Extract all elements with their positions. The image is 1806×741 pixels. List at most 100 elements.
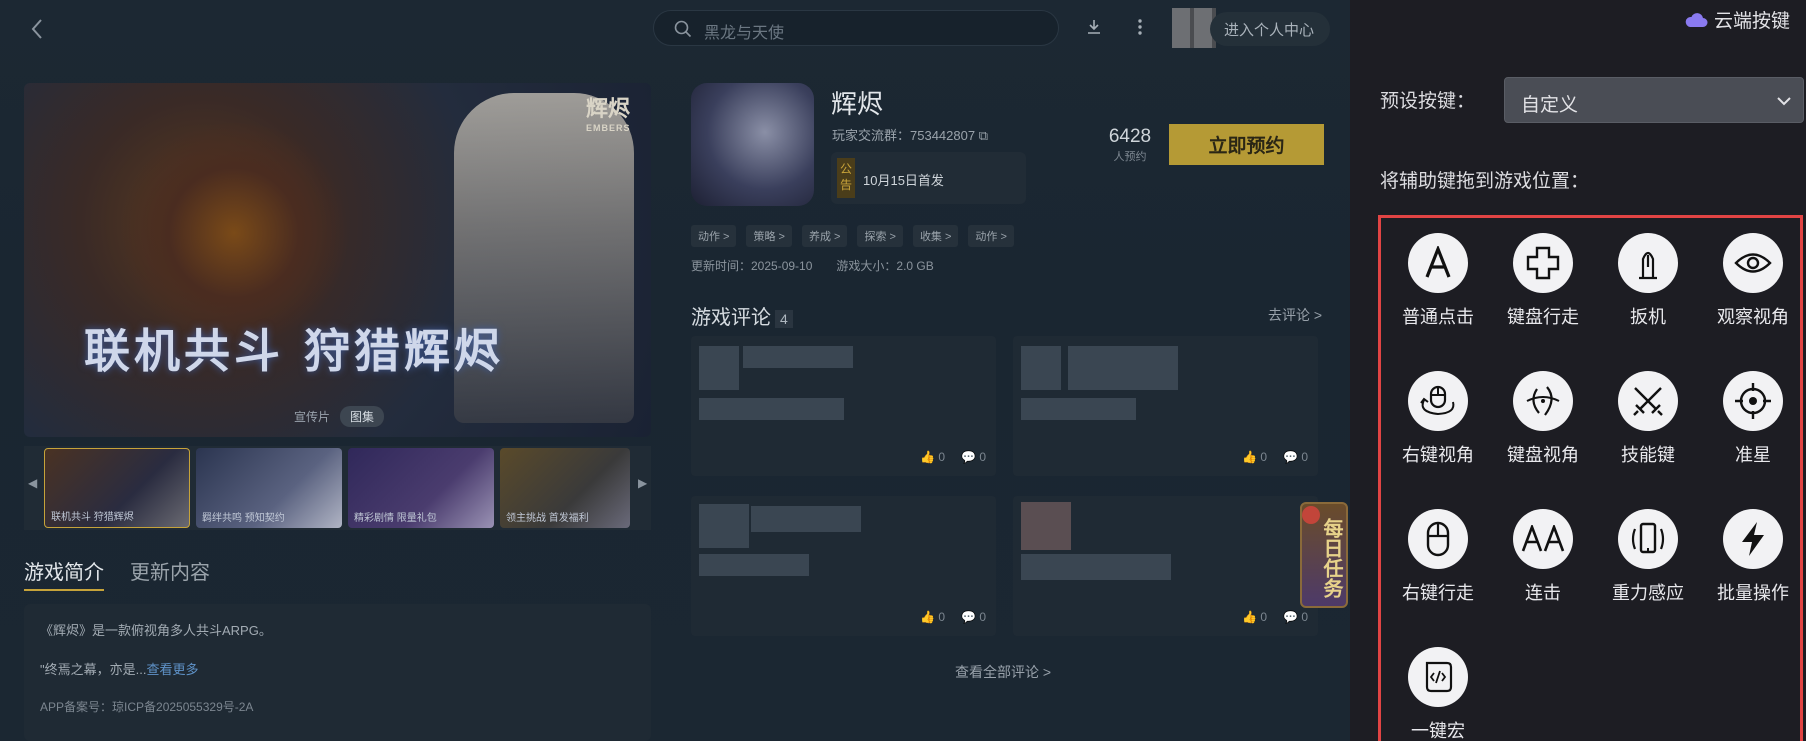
tag[interactable]: 动作 > <box>968 225 1014 247</box>
script-icon <box>1408 647 1468 707</box>
notice-tag: 公告 <box>837 158 855 198</box>
lightning-icon <box>1723 509 1783 569</box>
game-title: 辉烬 <box>831 89 884 119</box>
tab-video[interactable]: 宣传片 <box>294 408 330 425</box>
reserve-button[interactable]: 立即预约 <box>1169 124 1324 165</box>
reviews-title: 游戏评论 4 <box>691 301 793 330</box>
mouse-rotate-icon <box>1408 371 1468 431</box>
icp-record: APP备案号：琼ICP备2025055329号-2A <box>40 700 254 714</box>
review-card[interactable]: 👍 0 💬 0 <box>691 496 996 636</box>
player-group: 玩家交流群：753442807 ⧉ <box>832 128 988 143</box>
key-keyboard-walk[interactable]: 键盘行走 <box>1493 233 1593 329</box>
notice-text: 10月15日首发 <box>863 173 944 188</box>
brand-logo: 辉烬 EMBERS <box>586 96 631 133</box>
cloud-keys-button[interactable]: 云端按键 <box>1684 6 1790 33</box>
thumb-next-icon[interactable]: ▶ <box>638 476 647 490</box>
back-arrow-icon[interactable] <box>26 14 48 44</box>
chevron-down-icon <box>1777 97 1791 106</box>
key-keyboard-view[interactable]: 键盘视角 <box>1493 371 1593 467</box>
key-normal-click[interactable]: 普通点击 <box>1388 233 1488 329</box>
tag[interactable]: 收集 > <box>912 225 959 247</box>
key-gravity[interactable]: 重力感应 <box>1598 509 1698 605</box>
preset-value: 自定义 <box>1521 95 1579 116</box>
reserve-count: 6428 人预约 <box>1108 126 1152 163</box>
key-crosshair[interactable]: 准星 <box>1703 371 1803 467</box>
description-quote: "终焉之幕，亦是... <box>40 662 147 677</box>
letter-a-icon <box>1408 233 1468 293</box>
search-input[interactable]: 黑龙与天使 <box>653 10 1059 46</box>
notification-dot <box>1302 506 1320 524</box>
promo-art <box>114 123 354 343</box>
crossed-swords-icon <box>1618 371 1678 431</box>
mouse-icon <box>1408 509 1468 569</box>
thumbnail-strip: ◀ 联机共斗 狩猎辉烬 羁绊共鸣 预知契约 精彩剧情 限量礼包 领主挑战 首发福… <box>24 446 651 530</box>
review-card[interactable]: 👍 0 💬 0 <box>1013 496 1318 636</box>
description-box: 《辉烬》是一款俯视角多人共斗ARPG。 "终焉之幕，亦是...查看更多 APP备… <box>24 604 651 741</box>
like-count: 👍 0 <box>920 610 946 624</box>
eye-icon <box>1723 233 1783 293</box>
comment-count: 💬 0 <box>1283 450 1308 464</box>
key-observe-view[interactable]: 观察视角 <box>1703 233 1803 329</box>
tab-update[interactable]: 更新内容 <box>130 556 210 591</box>
tag[interactable]: 探索 > <box>857 225 903 247</box>
media-tabs: 宣传片 图集 <box>294 406 385 427</box>
key-macro[interactable]: 一键宏 <box>1388 647 1488 741</box>
promo-banner: 联机共斗 狩猎辉烬 <box>84 324 505 378</box>
game-meta: 更新时间：2025-09-10 游戏大小：2.0 GB <box>691 257 934 274</box>
description-text: 《辉烬》是一款俯视角多人共斗ARPG。 <box>40 623 272 638</box>
promo-media[interactable]: 联机共斗 狩猎辉烬 辉烬 EMBERS 宣传片 图集 <box>24 83 651 437</box>
copy-icon[interactable]: ⧉ <box>979 128 988 143</box>
key-mapping-panel: 云端按键 预设按键： 自定义 将辅助键拖到游戏位置： 普通点击 键盘行走 扳机 … <box>1350 0 1806 741</box>
key-combo[interactable]: 连击 <box>1493 509 1593 605</box>
key-right-mouse-walk[interactable]: 右键行走 <box>1388 509 1488 605</box>
key-batch[interactable]: 批量操作 <box>1703 509 1803 605</box>
dpad-cross-icon <box>1513 233 1573 293</box>
comment-count: 💬 0 <box>961 450 986 464</box>
game-detail-page: 黑龙与天使 进入个人中心 联机共斗 狩猎辉烬 辉烬 EMBERS 宣传片 图集 ◀… <box>0 0 1350 741</box>
like-count: 👍 0 <box>1242 610 1268 624</box>
go-review-link[interactable]: 去评论 > <box>1268 305 1322 325</box>
preset-label: 预设按键： <box>1380 91 1476 112</box>
tag[interactable]: 养成 > <box>801 225 848 247</box>
game-tags: 动作 > 策略 > 养成 > 探索 > 收集 > 动作 > <box>691 225 1014 247</box>
tag[interactable]: 动作 > <box>691 225 737 247</box>
search-icon <box>674 20 692 38</box>
thumbnail[interactable]: 领主挑战 首发福利 <box>500 448 630 528</box>
thumbnail[interactable]: 精彩剧情 限量礼包 <box>348 448 494 528</box>
key-skill[interactable]: 技能键 <box>1598 371 1698 467</box>
key-trigger[interactable]: 扳机 <box>1598 233 1698 329</box>
keyboard-rotate-icon <box>1513 371 1573 431</box>
tab-gallery[interactable]: 图集 <box>340 406 385 427</box>
see-more-link[interactable]: 查看更多 <box>146 662 198 677</box>
all-reviews-link[interactable]: 查看全部评论 > <box>955 662 1051 682</box>
update-time: 更新时间：2025-09-10 <box>691 259 813 273</box>
top-bar: 黑龙与天使 进入个人中心 <box>0 0 1350 58</box>
review-card[interactable]: 👍 0 💬 0 <box>1013 336 1318 476</box>
preset-select[interactable]: 自定义 <box>1504 77 1804 123</box>
game-icon <box>691 83 814 206</box>
crosshair-icon <box>1723 371 1783 431</box>
thumb-prev-icon[interactable]: ◀ <box>28 476 37 490</box>
tag[interactable]: 策略 > <box>746 225 792 247</box>
thumbnail[interactable]: 羁绊共鸣 预知契约 <box>196 448 342 528</box>
game-size: 游戏大小：2.0 GB <box>836 259 934 273</box>
user-center-button[interactable]: 进入个人中心 <box>1210 12 1331 46</box>
comment-count: 💬 0 <box>1283 610 1308 624</box>
like-count: 👍 0 <box>1242 450 1268 464</box>
phone-tilt-icon <box>1618 509 1678 569</box>
thumbnail[interactable]: 联机共斗 狩猎辉烬 <box>44 448 190 528</box>
comment-count: 💬 0 <box>961 610 986 624</box>
tab-intro[interactable]: 游戏简介 <box>24 556 104 591</box>
description-tabs: 游戏简介 更新内容 <box>24 556 210 591</box>
download-icon[interactable] <box>1085 18 1103 36</box>
like-count: 👍 0 <box>920 450 946 464</box>
bullet-icon <box>1618 233 1678 293</box>
search-placeholder: 黑龙与天使 <box>704 25 785 42</box>
drag-hint: 将辅助键拖到游戏位置： <box>1380 171 1590 192</box>
more-vertical-icon[interactable] <box>1136 17 1144 37</box>
notice-card[interactable]: 公告 10月15日首发 <box>831 152 1026 204</box>
key-right-mouse-view[interactable]: 右键视角 <box>1388 371 1488 467</box>
cloud-icon <box>1685 12 1708 27</box>
double-a-icon <box>1513 509 1573 569</box>
review-card[interactable]: 👍 0 💬 0 <box>691 336 996 476</box>
